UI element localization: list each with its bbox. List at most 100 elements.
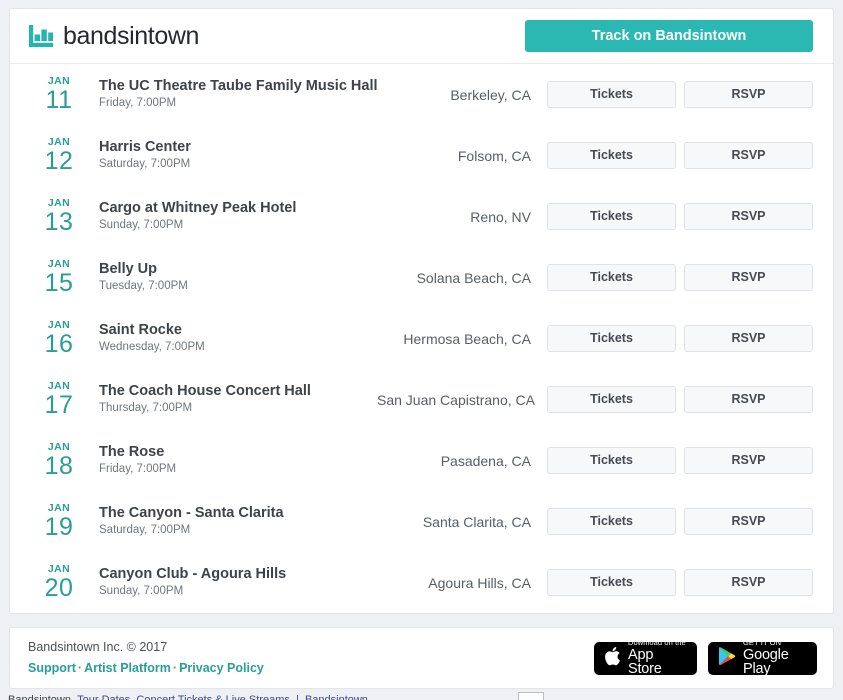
- event-venue-block: The Canyon - Santa ClaritaSaturday, 7:00…: [96, 504, 377, 539]
- event-row[interactable]: JAN12Harris CenterSaturday, 7:00PMFolsom…: [10, 125, 833, 186]
- event-date: JAN15: [28, 259, 96, 297]
- event-datetime: Sunday, 7:00PM: [99, 584, 369, 600]
- tickets-button[interactable]: Tickets: [547, 325, 676, 352]
- event-actions: Tickets RSVP: [547, 325, 813, 352]
- event-day: 20: [28, 576, 90, 601]
- cutoff-bottom-strip: Bandsintown Tour Dates, Concert Tickets …: [0, 690, 843, 700]
- event-actions: Tickets RSVP: [547, 81, 813, 108]
- footer-links: Support·Artist Platform·Privacy Policy: [28, 659, 264, 678]
- event-row[interactable]: JAN18The RoseFriday, 7:00PMPasadena, CAT…: [10, 430, 833, 491]
- tickets-button[interactable]: Tickets: [547, 203, 676, 230]
- event-venue-name[interactable]: The UC Theatre Taube Family Music Hall: [99, 77, 369, 95]
- rsvp-button[interactable]: RSVP: [684, 264, 813, 291]
- event-actions: Tickets RSVP: [547, 142, 813, 169]
- event-city: Agoura Hills, CA: [377, 575, 547, 591]
- rsvp-button[interactable]: RSVP: [684, 386, 813, 413]
- event-row[interactable]: JAN11The UC Theatre Taube Family Music H…: [10, 64, 833, 125]
- google-play-small-text: GET IT ON: [743, 639, 807, 647]
- event-datetime: Saturday, 7:00PM: [99, 523, 369, 539]
- track-on-bandsintown-button[interactable]: Track on Bandsintown: [525, 20, 813, 52]
- tickets-button[interactable]: Tickets: [547, 508, 676, 535]
- event-month: JAN: [28, 564, 90, 575]
- event-month: JAN: [28, 259, 90, 270]
- event-day: 13: [28, 210, 90, 235]
- event-datetime: Saturday, 7:00PM: [99, 157, 369, 173]
- rsvp-button[interactable]: RSVP: [684, 447, 813, 474]
- copyright-text: Bandsintown Inc. © 2017: [28, 638, 264, 657]
- event-venue-name[interactable]: Belly Up: [99, 260, 369, 278]
- event-month: JAN: [28, 76, 90, 87]
- page-header: bandsintown Track on Bandsintown: [10, 9, 833, 64]
- app-store-big-text: App Store: [628, 648, 687, 677]
- event-venue-name[interactable]: Cargo at Whitney Peak Hotel: [99, 199, 369, 217]
- app-store-badge[interactable]: Download on the App Store: [594, 642, 697, 675]
- event-date: JAN20: [28, 564, 96, 602]
- footer-link-artist-platform[interactable]: Artist Platform: [84, 661, 171, 675]
- event-city: San Juan Capistrano, CA: [377, 392, 547, 408]
- event-venue-block: The UC Theatre Taube Family Music HallFr…: [96, 77, 377, 112]
- event-actions: Tickets RSVP: [547, 447, 813, 474]
- event-city: Solana Beach, CA: [377, 270, 547, 286]
- event-date: JAN12: [28, 137, 96, 175]
- tickets-button[interactable]: Tickets: [547, 569, 676, 596]
- rsvp-button[interactable]: RSVP: [684, 325, 813, 352]
- google-play-big-text: Google Play: [743, 648, 807, 677]
- event-datetime: Friday, 7:00PM: [99, 462, 369, 478]
- event-venue-name[interactable]: The Coach House Concert Hall: [99, 382, 369, 400]
- tickets-button[interactable]: Tickets: [547, 142, 676, 169]
- event-venue-block: Cargo at Whitney Peak HotelSunday, 7:00P…: [96, 199, 377, 234]
- event-row[interactable]: JAN17The Coach House Concert HallThursda…: [10, 369, 833, 430]
- event-venue-name[interactable]: Canyon Club - Agoura Hills: [99, 565, 369, 583]
- google-play-icon: [718, 646, 736, 671]
- rsvp-button[interactable]: RSVP: [684, 508, 813, 535]
- event-row[interactable]: JAN16Saint RockeWednesday, 7:00PMHermosa…: [10, 308, 833, 369]
- event-venue-name[interactable]: The Rose: [99, 443, 369, 461]
- tickets-button[interactable]: Tickets: [547, 81, 676, 108]
- event-date: JAN17: [28, 381, 96, 419]
- event-actions: Tickets RSVP: [547, 569, 813, 596]
- event-city: Santa Clarita, CA: [377, 514, 547, 530]
- event-row[interactable]: JAN20Canyon Club - Agoura HillsSunday, 7…: [10, 552, 833, 613]
- footer-link-separator: ·: [76, 661, 84, 675]
- event-day: 12: [28, 149, 90, 174]
- google-play-label: GET IT ON Google Play: [743, 639, 807, 677]
- event-actions: Tickets RSVP: [547, 508, 813, 535]
- event-row[interactable]: JAN13Cargo at Whitney Peak HotelSunday, …: [10, 186, 833, 247]
- tickets-button[interactable]: Tickets: [547, 447, 676, 474]
- tickets-button[interactable]: Tickets: [547, 386, 676, 413]
- event-day: 18: [28, 454, 90, 479]
- event-venue-block: The RoseFriday, 7:00PM: [96, 443, 377, 478]
- event-month: JAN: [28, 198, 90, 209]
- event-month: JAN: [28, 442, 90, 453]
- event-venue-name[interactable]: Harris Center: [99, 138, 369, 156]
- footer-card: Bandsintown Inc. © 2017 Support·Artist P…: [9, 627, 834, 689]
- event-date: JAN13: [28, 198, 96, 236]
- event-row[interactable]: JAN15Belly UpTuesday, 7:00PM Solana Beach…: [10, 247, 833, 308]
- event-date: JAN16: [28, 320, 96, 358]
- rsvp-button[interactable]: RSVP: [684, 569, 813, 596]
- tickets-button[interactable]: Tickets: [547, 264, 676, 291]
- event-day: 16: [28, 332, 90, 357]
- app-store-small-text: Download on the: [628, 639, 687, 647]
- event-datetime: Tuesday, 7:00PM: [99, 279, 369, 295]
- events-card: bandsintown Track on Bandsintown JAN11Th…: [9, 8, 834, 614]
- footer-link-support[interactable]: Support: [28, 661, 76, 675]
- event-row[interactable]: JAN19The Canyon - Santa ClaritaSaturday,…: [10, 491, 833, 552]
- footer-link-privacy-policy[interactable]: Privacy Policy: [179, 661, 264, 675]
- event-city: Berkeley, CA: [377, 87, 547, 103]
- event-venue-block: Saint RockeWednesday, 7:00PM: [96, 321, 377, 356]
- event-venue-name[interactable]: The Canyon - Santa Clarita: [99, 504, 369, 522]
- footer-info: Bandsintown Inc. © 2017 Support·Artist P…: [28, 638, 264, 678]
- event-venue-name[interactable]: Saint Rocke: [99, 321, 369, 339]
- event-month: JAN: [28, 381, 90, 392]
- rsvp-button[interactable]: RSVP: [684, 142, 813, 169]
- google-play-badge[interactable]: GET IT ON Google Play: [708, 642, 817, 675]
- event-date: JAN18: [28, 442, 96, 480]
- event-date: JAN19: [28, 503, 96, 541]
- event-actions: Tickets RSVP: [547, 264, 813, 291]
- app-store-label: Download on the App Store: [628, 639, 687, 677]
- rsvp-button[interactable]: RSVP: [684, 81, 813, 108]
- event-month: JAN: [28, 137, 90, 148]
- page-root: bandsintown Track on Bandsintown JAN11Th…: [0, 0, 843, 700]
- rsvp-button[interactable]: RSVP: [684, 203, 813, 230]
